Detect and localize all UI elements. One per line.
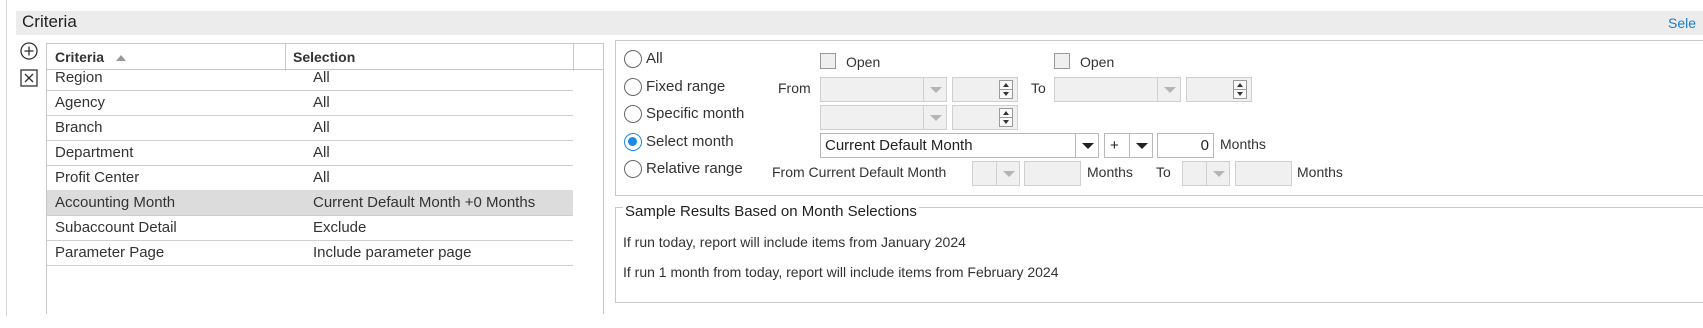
row-criteria: Region: [55, 69, 103, 86]
months-offset-input[interactable]: 0: [1157, 133, 1214, 158]
row-selection: All: [313, 69, 330, 86]
months-label: Months: [1220, 136, 1266, 152]
to-label: To: [1031, 80, 1046, 96]
table-row-selected[interactable]: Accounting Month Current Default Month +…: [47, 190, 573, 216]
sort-asc-icon: [115, 55, 126, 61]
row-criteria: Profit Center: [55, 169, 140, 186]
relative-from-months-input[interactable]: [1024, 161, 1081, 186]
select-link[interactable]: Sele: [1668, 15, 1696, 31]
fixed-to-month-dropdown[interactable]: [1054, 77, 1181, 102]
radio-all[interactable]: [624, 50, 642, 68]
row-selection: Exclude: [313, 219, 367, 236]
page-title: Criteria: [22, 12, 77, 31]
fixed-from-year-stepper[interactable]: [952, 77, 1018, 102]
row-selection: All: [313, 169, 330, 186]
sign-dropdown[interactable]: +: [1104, 133, 1153, 158]
row-criteria: Branch: [55, 119, 103, 136]
sample-line-2: If run 1 month from today, report will i…: [623, 264, 1059, 280]
relative-from-label: From Current Default Month: [772, 164, 947, 180]
chevron-down-icon: [923, 78, 946, 101]
relative-to-sign-dropdown[interactable]: [1182, 161, 1230, 186]
row-criteria: Agency: [55, 94, 106, 111]
relative-from-sign-dropdown[interactable]: [972, 161, 1020, 186]
radio-select-month[interactable]: [624, 133, 642, 151]
from-label: From: [778, 80, 811, 96]
radio-fixed-range[interactable]: [624, 78, 642, 96]
sample-results-box: [615, 207, 1703, 303]
sign-value: +: [1110, 137, 1119, 154]
sample-results-title: Sample Results Based on Month Selections: [623, 203, 919, 220]
chevron-down-icon: [1129, 134, 1152, 157]
chevron-down-icon: [1206, 162, 1229, 185]
chevron-down-icon: [1075, 134, 1098, 157]
chevron-down-icon: [996, 162, 1019, 185]
fixed-from-month-dropdown[interactable]: [820, 77, 947, 102]
plus-circle-icon: [20, 42, 38, 60]
criteria-header-bar: [16, 11, 1703, 35]
open-checkbox-to[interactable]: [1054, 53, 1070, 69]
radio-specific-month[interactable]: [624, 105, 642, 123]
relative-months-label-2: Months: [1297, 164, 1343, 180]
row-criteria: Parameter Page: [55, 244, 165, 261]
column-header-criteria-label: Criteria: [55, 49, 105, 65]
table-row[interactable]: Subaccount Detail Exclude: [47, 215, 573, 241]
row-selection: Current Default Month +0 Months: [313, 194, 536, 211]
select-month-value: Current Default Month: [825, 137, 973, 154]
table-row[interactable]: Region All: [47, 65, 573, 91]
table-row[interactable]: Department All: [47, 140, 573, 166]
row-criteria: Department: [55, 144, 134, 161]
row-criteria: Subaccount Detail: [55, 219, 177, 236]
column-header-selection-label: Selection: [293, 49, 356, 65]
sample-line-1: If run today, report will include items …: [623, 234, 966, 250]
specific-year-stepper[interactable]: [952, 105, 1018, 130]
table-row[interactable]: Parameter Page Include parameter page: [47, 240, 573, 266]
row-selection: All: [313, 119, 330, 136]
left-border: [6, 0, 7, 316]
specific-month-dropdown[interactable]: [820, 105, 947, 130]
open-checkbox-from[interactable]: [820, 53, 836, 69]
months-offset-value: 0: [1200, 137, 1209, 154]
radio-all-label: All: [646, 50, 663, 67]
x-box-icon: [20, 69, 38, 87]
table-row[interactable]: Agency All: [47, 90, 573, 116]
row-selection: Include parameter page: [313, 244, 472, 261]
row-selection: All: [313, 94, 330, 111]
row-selection: All: [313, 144, 330, 161]
relative-to-months-input[interactable]: [1235, 161, 1292, 186]
relative-to-label: To: [1156, 164, 1171, 180]
chevron-down-icon: [923, 106, 946, 129]
chevron-down-icon: [1157, 78, 1180, 101]
select-month-dropdown[interactable]: Current Default Month: [820, 133, 1099, 158]
relative-months-label-1: Months: [1087, 164, 1133, 180]
radio-select-month-label: Select month: [646, 133, 734, 150]
criteria-grid: Criteria Selection Region All Agency All…: [46, 43, 604, 314]
row-criteria: Accounting Month: [55, 194, 176, 211]
remove-criteria-button[interactable]: [20, 69, 38, 87]
table-row[interactable]: Branch All: [47, 115, 573, 141]
column-header-filler: [574, 44, 603, 70]
radio-relative-range-label: Relative range: [646, 160, 743, 177]
fixed-to-year-stepper[interactable]: [1186, 77, 1252, 102]
radio-specific-month-label: Specific month: [646, 105, 745, 122]
open-label-from: Open: [846, 54, 881, 70]
radio-relative-range[interactable]: [624, 160, 642, 178]
table-row[interactable]: Profit Center All: [47, 165, 573, 191]
radio-fixed-range-label: Fixed range: [646, 78, 726, 95]
open-label-to: Open: [1080, 54, 1115, 70]
add-criteria-button[interactable]: [20, 42, 38, 60]
